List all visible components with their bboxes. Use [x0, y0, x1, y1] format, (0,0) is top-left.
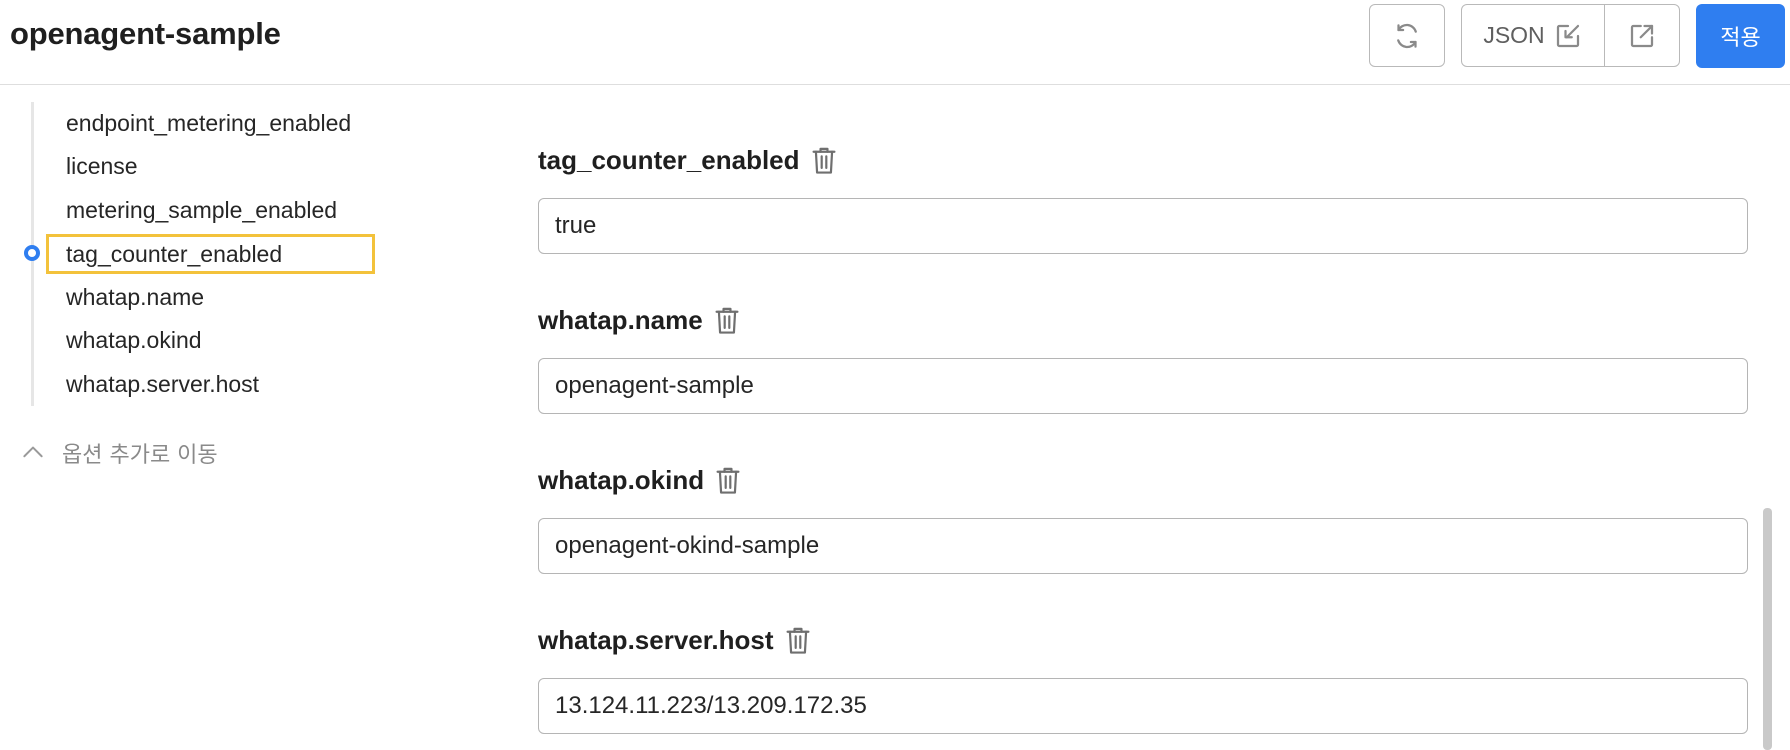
chevron-up-icon	[23, 446, 43, 458]
field-label: whatap.okind	[538, 465, 742, 496]
trash-icon[interactable]	[784, 626, 812, 656]
field-label-text: whatap.name	[538, 305, 703, 335]
trash-icon[interactable]	[713, 306, 741, 336]
nav-item[interactable]: whatap.name	[66, 282, 204, 312]
nav-item[interactable]: whatap.okind	[66, 325, 202, 355]
json-edit-button[interactable]: JSON	[1462, 5, 1605, 66]
refresh-icon	[1397, 23, 1417, 48]
trash-icon[interactable]	[810, 146, 838, 176]
json-button-label: JSON	[1483, 22, 1545, 48]
field-label-text: whatap.okind	[538, 465, 705, 495]
field-label: whatap.server.host	[538, 625, 812, 656]
goto-add-option-label: 옵션 추가로 이동	[62, 443, 218, 468]
field-value-input[interactable]	[538, 678, 1748, 734]
field-label-text: whatap.server.host	[538, 625, 774, 655]
field-value-input[interactable]	[538, 518, 1748, 574]
trash-icon[interactable]	[714, 466, 742, 496]
page-title: openagent-sample	[10, 16, 281, 51]
nav-item[interactable]: endpoint_metering_enabled	[66, 108, 351, 138]
edit-icon	[1556, 24, 1579, 47]
active-indicator-dot	[24, 245, 40, 261]
nav-item[interactable]: metering_sample_enabled	[66, 195, 337, 225]
external-link-icon	[1630, 24, 1654, 47]
json-button-group: JSON	[1461, 4, 1680, 67]
field-value-input[interactable]	[538, 358, 1748, 414]
field-label-text: tag_counter_enabled	[538, 145, 800, 175]
scrollbar[interactable]	[1763, 508, 1772, 750]
refresh-button[interactable]	[1369, 4, 1445, 67]
open-external-button[interactable]	[1605, 5, 1679, 66]
field-label: whatap.name	[538, 305, 741, 336]
apply-button[interactable]: 적용	[1696, 4, 1785, 68]
goto-add-option-link[interactable]: 옵션 추가로 이동	[20, 438, 218, 468]
header-bar: openagent-sample JSON 적용	[0, 0, 1790, 85]
field-value-input[interactable]	[538, 198, 1748, 254]
field-label: tag_counter_enabled	[538, 145, 838, 176]
nav-item-active[interactable]: tag_counter_enabled	[46, 234, 375, 274]
nav-item[interactable]: whatap.server.host	[66, 369, 259, 399]
nav-item[interactable]: license	[66, 151, 138, 181]
